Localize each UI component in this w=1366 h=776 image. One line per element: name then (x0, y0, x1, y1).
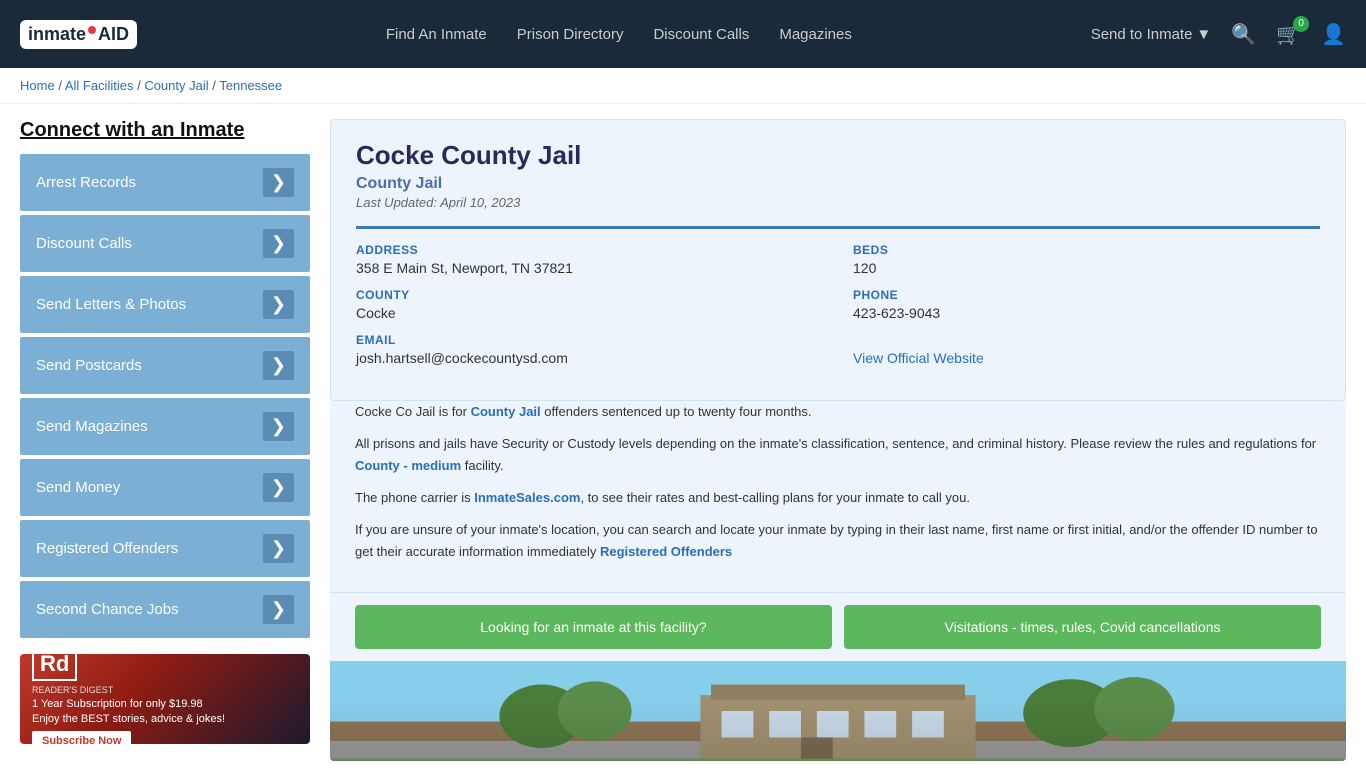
desc-para-2: All prisons and jails have Security or C… (355, 433, 1321, 477)
website-block: View Official Website (853, 333, 1320, 366)
cart-badge: 0 (1293, 16, 1309, 32)
connect-title: Connect with an Inmate (20, 119, 310, 142)
chevron-down-icon: ▼ (1196, 26, 1211, 43)
navbar: inmate AID Find An Inmate Prison Directo… (0, 0, 1366, 68)
ad-banner: Rd READER'S DIGEST 1 Year Subscription f… (20, 654, 310, 744)
sidebar-item-second-chance-jobs[interactable]: Second Chance Jobs ❯ (20, 581, 310, 638)
beds-label: BEDS (853, 243, 1320, 257)
arrow-icon-0: ❯ (263, 168, 294, 197)
info-grid: ADDRESS 358 E Main St, Newport, TN 37821… (356, 226, 1320, 366)
address-block: ADDRESS 358 E Main St, Newport, TN 37821 (356, 243, 823, 276)
ad-line2: Enjoy the BEST stories, advice & jokes! (32, 713, 225, 725)
phone-block: PHONE 423-623-9043 (853, 288, 1320, 321)
sidebar: Connect with an Inmate Arrest Records ❯ … (20, 119, 310, 761)
arrow-icon-4: ❯ (263, 412, 294, 441)
ad-content: Rd READER'S DIGEST 1 Year Subscription f… (20, 654, 237, 744)
breadcrumb-county-jail[interactable]: County Jail (144, 78, 208, 93)
desc-para-4: If you are unsure of your inmate's locat… (355, 519, 1321, 563)
subscribe-button[interactable]: Subscribe Now (32, 731, 131, 744)
logo-text-inmate: inmate (28, 24, 86, 45)
logo-dot (88, 26, 96, 34)
desc-para-3: The phone carrier is InmateSales.com, to… (355, 487, 1321, 509)
address-value: 358 E Main St, Newport, TN 37821 (356, 260, 823, 276)
ad-brand: READER'S DIGEST (32, 685, 225, 695)
sidebar-item-discount-calls[interactable]: Discount Calls ❯ (20, 215, 310, 272)
breadcrumb-tennessee[interactable]: Tennessee (219, 78, 282, 93)
sidebar-item-send-letters[interactable]: Send Letters & Photos ❯ (20, 276, 310, 333)
send-to-inmate-link[interactable]: Send to Inmate ▼ (1091, 26, 1212, 43)
breadcrumb-bar: Home / All Facilities / County Jail / Te… (0, 68, 1366, 104)
nav-find-inmate[interactable]: Find An Inmate (386, 26, 487, 43)
facility-card: Cocke County Jail County Jail Last Updat… (330, 119, 1346, 401)
sidebar-label-send-magazines: Send Magazines (36, 418, 148, 435)
sidebar-label-registered-offenders: Registered Offenders (36, 540, 178, 557)
website-link[interactable]: View Official Website (853, 350, 984, 366)
arrow-icon-2: ❯ (263, 290, 294, 319)
phone-value: 423-623-9043 (853, 305, 1320, 321)
breadcrumb: Home / All Facilities / County Jail / Te… (20, 78, 1346, 93)
sidebar-item-arrest-records[interactable]: Arrest Records ❯ (20, 154, 310, 211)
email-value: josh.hartsell@cockecountysd.com (356, 350, 823, 366)
logo-text-aid: AID (98, 24, 129, 45)
rd-logo: Rd (32, 654, 77, 681)
county-label: COUNTY (356, 288, 823, 302)
arrow-icon-3: ❯ (263, 351, 294, 380)
photo-overlay (330, 701, 1346, 761)
sidebar-label-send-letters: Send Letters & Photos (36, 296, 186, 313)
content-area: Cocke County Jail County Jail Last Updat… (330, 119, 1346, 761)
arrow-icon-1: ❯ (263, 229, 294, 258)
county-block: COUNTY Cocke (356, 288, 823, 321)
nav-discount-calls[interactable]: Discount Calls (653, 26, 749, 43)
arrow-icon-5: ❯ (263, 473, 294, 502)
facility-type: County Jail (356, 175, 1320, 193)
county-jail-link[interactable]: County Jail (471, 404, 541, 419)
website-spacer (853, 333, 1320, 347)
nav-prison-directory[interactable]: Prison Directory (517, 26, 624, 43)
phone-label: PHONE (853, 288, 1320, 302)
user-icon[interactable]: 👤 (1321, 22, 1346, 47)
sidebar-item-send-magazines[interactable]: Send Magazines ❯ (20, 398, 310, 455)
sidebar-item-send-postcards[interactable]: Send Postcards ❯ (20, 337, 310, 394)
facility-photo (330, 661, 1346, 761)
description-block: Cocke Co Jail is for County Jail offende… (330, 401, 1346, 592)
sidebar-label-arrest-records: Arrest Records (36, 174, 136, 191)
sidebar-label-send-postcards: Send Postcards (36, 357, 142, 374)
nav-magazines[interactable]: Magazines (779, 26, 852, 43)
inmate-sales-link[interactable]: InmateSales.com (474, 490, 580, 505)
nav-links: Find An Inmate Prison Directory Discount… (177, 26, 1061, 43)
desc-para-1: Cocke Co Jail is for County Jail offende… (355, 401, 1321, 423)
arrow-icon-7: ❯ (263, 595, 294, 624)
arrow-icon-6: ❯ (263, 534, 294, 563)
sidebar-label-discount-calls: Discount Calls (36, 235, 132, 252)
looking-for-inmate-button[interactable]: Looking for an inmate at this facility? (355, 605, 832, 649)
send-to-inmate-label: Send to Inmate (1091, 26, 1193, 43)
logo[interactable]: inmate AID (20, 20, 137, 49)
breadcrumb-home[interactable]: Home (20, 78, 55, 93)
email-block: EMAIL josh.hartsell@cockecountysd.com (356, 333, 823, 366)
address-label: ADDRESS (356, 243, 823, 257)
facility-name: Cocke County Jail (356, 140, 1320, 171)
email-label: EMAIL (356, 333, 823, 347)
county-value: Cocke (356, 305, 823, 321)
beds-block: BEDS 120 (853, 243, 1320, 276)
sidebar-menu: Arrest Records ❯ Discount Calls ❯ Send L… (20, 154, 310, 638)
action-buttons: Looking for an inmate at this facility? … (330, 592, 1346, 661)
breadcrumb-all-facilities[interactable]: All Facilities (65, 78, 134, 93)
search-icon[interactable]: 🔍 (1231, 22, 1256, 47)
sidebar-label-send-money: Send Money (36, 479, 120, 496)
ad-line1: 1 Year Subscription for only $19.98 (32, 698, 203, 710)
registered-offenders-link[interactable]: Registered Offenders (600, 544, 732, 559)
county-medium-link[interactable]: County - medium (355, 458, 461, 473)
main-container: Connect with an Inmate Arrest Records ❯ … (0, 104, 1366, 776)
ad-text: 1 Year Subscription for only $19.98 Enjo… (32, 697, 225, 728)
sidebar-item-registered-offenders[interactable]: Registered Offenders ❯ (20, 520, 310, 577)
sidebar-label-second-chance-jobs: Second Chance Jobs (36, 601, 179, 618)
nav-right: Send to Inmate ▼ 🔍 🛒 0 👤 (1091, 22, 1346, 47)
beds-value: 120 (853, 260, 1320, 276)
sidebar-item-send-money[interactable]: Send Money ❯ (20, 459, 310, 516)
last-updated: Last Updated: April 10, 2023 (356, 195, 1320, 210)
cart-wrapper[interactable]: 🛒 0 (1276, 22, 1301, 47)
visitations-button[interactable]: Visitations - times, rules, Covid cancel… (844, 605, 1321, 649)
